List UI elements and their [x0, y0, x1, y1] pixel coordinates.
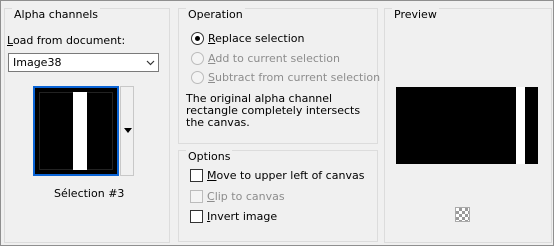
checkerboard-icon[interactable] — [455, 207, 470, 222]
thumbnail-white-bar — [73, 92, 87, 170]
selection-caption: Sélection #3 — [54, 187, 125, 200]
document-select-value: Image38 — [13, 56, 62, 69]
replace-selection-radio[interactable] — [191, 32, 204, 45]
options-title: Options — [186, 150, 233, 163]
move-to-upper-left-label[interactable]: Move to upper left of canvas — [207, 169, 364, 182]
replace-selection-label[interactable]: Replace selection — [208, 32, 304, 45]
preview-title: Preview — [392, 8, 439, 21]
clip-to-canvas-checkbox[interactable] — [190, 190, 203, 203]
document-select[interactable]: Image38 — [8, 53, 159, 72]
operation-title: Operation — [186, 8, 245, 21]
add-to-selection-radio[interactable] — [191, 52, 204, 65]
invert-image-label[interactable]: Invert image — [207, 210, 277, 223]
triangle-down-icon — [124, 128, 132, 133]
thumbnail-dropdown-button[interactable] — [120, 86, 134, 176]
subtract-selection-radio[interactable] — [191, 71, 204, 84]
alpha-channel-thumbnail[interactable] — [33, 86, 119, 176]
preview-image — [396, 87, 538, 164]
subtract-selection-label[interactable]: Subtract from current selection — [208, 71, 380, 84]
move-to-upper-left-checkbox[interactable] — [190, 169, 203, 182]
preview-white-bar — [516, 87, 525, 164]
load-from-document-label: Load from document: — [7, 34, 126, 47]
operation-description: The original alpha channel rectangle com… — [186, 92, 361, 129]
add-to-selection-label[interactable]: Add to current selection — [208, 52, 340, 65]
clip-to-canvas-label[interactable]: Clip to canvas — [207, 190, 285, 203]
alpha-channels-title: Alpha channels — [12, 8, 101, 21]
load-from-document-text: oad from document: — [12, 34, 126, 47]
chevron-down-icon — [146, 60, 155, 66]
invert-image-checkbox[interactable] — [190, 210, 203, 223]
